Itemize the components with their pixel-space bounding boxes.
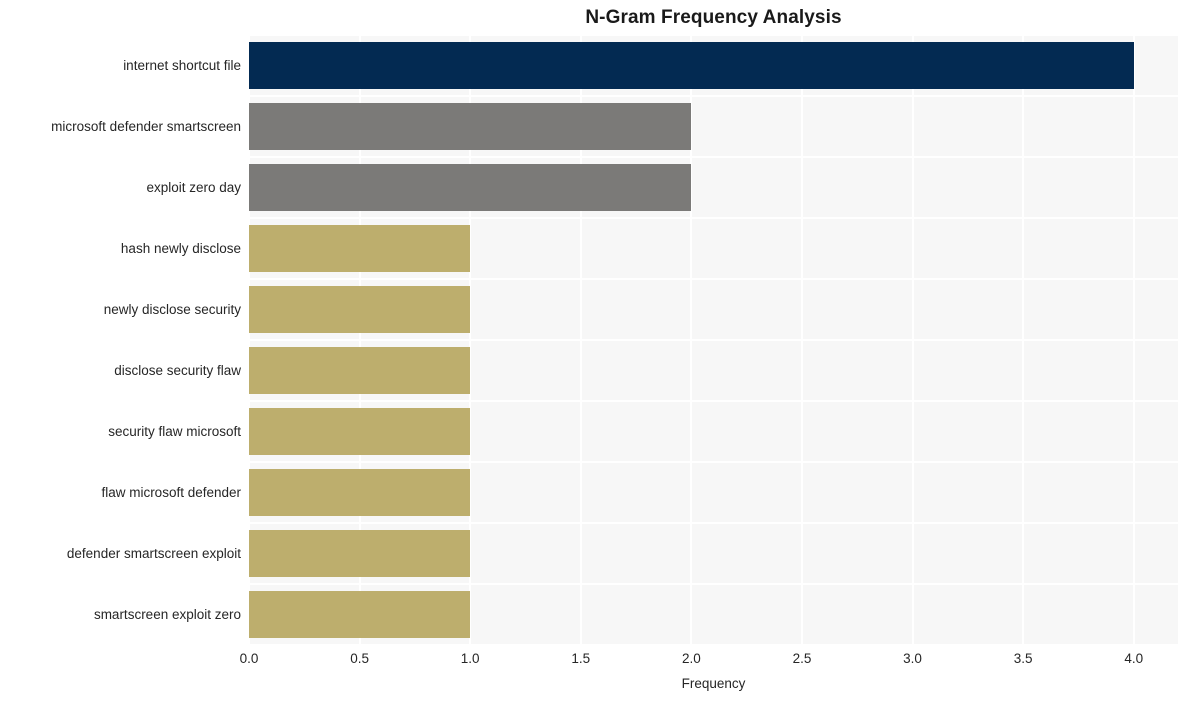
x-axis-tick-label: 1.5: [571, 651, 591, 666]
bar: [249, 590, 471, 639]
y-axis-tick-label: disclose security flaw: [114, 362, 241, 378]
bar: [249, 224, 471, 273]
bar: [249, 41, 1134, 90]
bar: [249, 102, 692, 151]
y-axis-tick-label: smartscreen exploit zero: [93, 606, 241, 622]
bar: [249, 346, 471, 395]
gridline-horizontal: [249, 95, 1178, 97]
plot-area: [249, 35, 1178, 645]
page-title: N-Gram Frequency Analysis: [585, 7, 842, 28]
x-axis-tick-label: 2.0: [681, 651, 701, 666]
bar: [249, 468, 471, 517]
gridline-horizontal: [249, 339, 1178, 341]
chart-figure: N-Gram Frequency Analysis internet short…: [0, 0, 1189, 701]
y-axis-tick-label: defender smartscreen exploit: [66, 545, 241, 561]
x-axis-tick-label: 1.0: [460, 651, 480, 666]
x-axis-tick-label: 4.0: [1124, 651, 1144, 666]
x-axis-tick-label: 3.0: [903, 651, 922, 666]
gridline-horizontal: [249, 278, 1178, 280]
bar: [249, 285, 471, 334]
y-axis-tick-label: flaw microsoft defender: [101, 484, 241, 500]
gridline-horizontal: [249, 583, 1178, 585]
gridline-horizontal: [249, 400, 1178, 402]
y-axis-tick-label: microsoft defender smartscreen: [51, 118, 241, 134]
x-axis-title: Frequency: [681, 676, 746, 691]
bar: [249, 529, 471, 578]
y-axis-tick-label: internet shortcut file: [123, 57, 241, 73]
x-axis-tick-label: 3.5: [1013, 651, 1033, 666]
x-axis-tick-label: 0.5: [350, 651, 369, 666]
x-axis-tick-labels: 0.0 0.5 1.0 1.5 2.0 2.5 3.0 3.5 4.0: [0, 645, 1189, 671]
gridline-horizontal: [249, 35, 1178, 36]
gridline-horizontal: [249, 522, 1178, 524]
y-axis-tick-label: newly disclose security: [103, 301, 241, 317]
bar: [249, 163, 692, 212]
y-axis-tick-label: security flaw microsoft: [108, 423, 241, 439]
y-axis-tick-labels: internet shortcut file microsoft defender…: [0, 35, 241, 645]
gridline-horizontal: [249, 156, 1178, 158]
gridline-horizontal: [249, 461, 1178, 463]
y-axis-tick-label: exploit zero day: [146, 179, 241, 195]
y-axis-tick-label: hash newly disclose: [120, 240, 241, 256]
x-axis-tick-label: 2.5: [792, 651, 812, 666]
bar: [249, 407, 471, 456]
x-axis-tick-label: 0.0: [239, 651, 259, 666]
gridline-horizontal: [249, 217, 1178, 219]
